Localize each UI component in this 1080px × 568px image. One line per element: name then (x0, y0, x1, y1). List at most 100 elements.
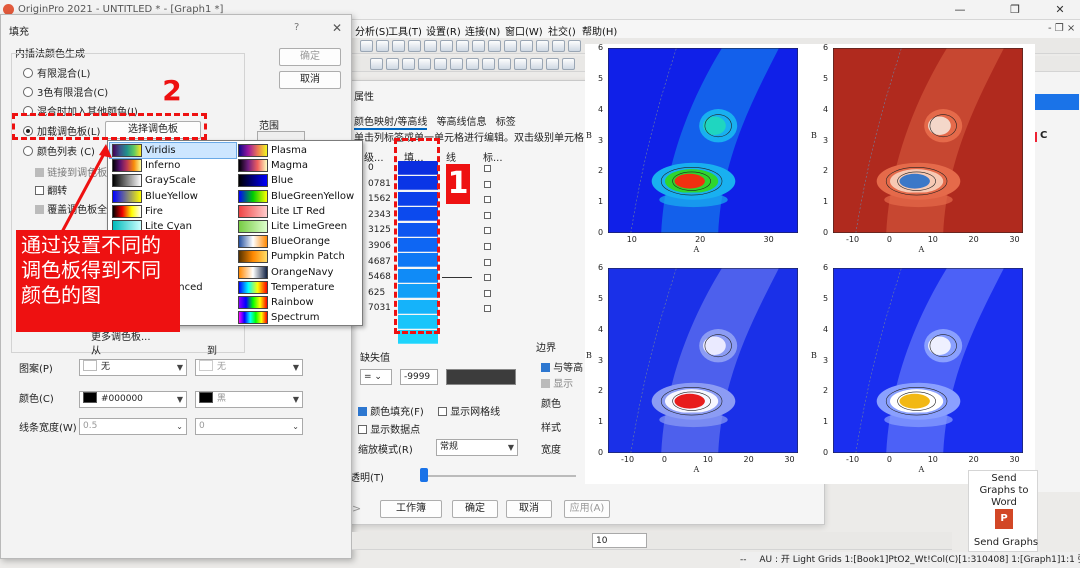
level-value[interactable]: 3125 (368, 225, 391, 235)
toolbar-icon[interactable] (456, 40, 469, 52)
menu-tools[interactable]: 工具(T) (388, 23, 422, 38)
toolbar-icon[interactable] (386, 58, 399, 70)
pattern-to-select[interactable]: 无 ▼ (195, 359, 303, 376)
label-checkbox[interactable] (484, 165, 491, 172)
toolbar-icon[interactable] (370, 58, 383, 70)
missing-color-swatch[interactable] (446, 369, 516, 385)
label-checkbox[interactable] (484, 305, 491, 313)
toolbar-icon[interactable] (440, 40, 453, 52)
minimize-button[interactable]: — (940, 2, 980, 18)
border-check-2[interactable]: 显示 (541, 375, 573, 390)
transparency-track[interactable] (426, 475, 576, 477)
menu-social[interactable]: 社交() (548, 23, 576, 38)
fill-dialog-close-icon[interactable]: ✕ (332, 21, 342, 35)
toolbar-icon[interactable] (450, 58, 463, 70)
label-checkbox[interactable] (484, 227, 491, 235)
border-width-label: 宽度 (541, 445, 561, 456)
toolbar-icon[interactable] (504, 40, 517, 52)
toolbar-icon[interactable] (488, 40, 501, 52)
border-check-1[interactable]: 与等高 (541, 359, 583, 374)
color-from-select[interactable]: #000000 ▼ (79, 391, 187, 408)
contour-plot-1[interactable] (608, 48, 798, 233)
tab-contour-info[interactable]: 等高线信息 (437, 117, 487, 128)
toolbar-icon[interactable] (434, 58, 447, 70)
header-level[interactable]: 级... (364, 149, 384, 164)
datapoint-check[interactable]: 显示数据点 (358, 421, 420, 436)
scale-mode-label: 缩放模式(R) (358, 445, 413, 456)
toolbar-icon[interactable] (376, 40, 389, 52)
label-checkbox[interactable] (484, 243, 491, 250)
toolbar-icon[interactable] (466, 58, 479, 70)
toolbar-icon[interactable] (568, 40, 581, 52)
label-checkbox[interactable] (484, 274, 491, 282)
cancel-button[interactable]: 取消 (506, 500, 552, 518)
level-value[interactable]: 625 (368, 288, 385, 298)
transparency-slider-handle[interactable] (420, 468, 428, 482)
zoom-select[interactable]: 10 (592, 533, 647, 548)
color-to-select[interactable]: 黑 ▼ (195, 391, 303, 408)
x-tick-label: 20 (968, 235, 979, 244)
level-value[interactable]: 5468 (368, 272, 391, 282)
toolbar-icon[interactable] (360, 40, 373, 52)
label-checkbox[interactable] (484, 211, 491, 219)
level-value[interactable]: 3906 (368, 241, 391, 251)
level-value[interactable]: 0 (368, 163, 374, 173)
expand-arrow-icon[interactable]: > (352, 502, 361, 515)
level-value[interactable]: 2343 (368, 210, 391, 220)
maximize-button[interactable]: ❐ (995, 2, 1035, 18)
toolbar-icon[interactable] (472, 40, 485, 52)
linewidth-from-select[interactable]: 0.5 ⌄ (79, 418, 187, 435)
label-checkbox[interactable] (484, 180, 491, 188)
send-word-label[interactable]: Send Graphs to Word (973, 473, 1035, 509)
toolbar-icon[interactable] (520, 40, 533, 52)
close-app-button[interactable]: ✕ (1040, 2, 1080, 18)
toolbar-icon[interactable] (402, 58, 415, 70)
label-checkbox[interactable] (484, 258, 491, 266)
y-tick-label: 2 (823, 166, 829, 176)
toolbar-icon[interactable] (530, 58, 543, 70)
header-label[interactable]: 标... (483, 149, 503, 164)
workbook-button[interactable]: 工作簿 (380, 500, 442, 518)
toolbar-icon[interactable] (552, 40, 565, 52)
menu-analysis[interactable]: 分析(S) (355, 23, 389, 38)
panel-selected-row[interactable] (1033, 94, 1079, 110)
menu-connect[interactable]: 连接(N) (465, 23, 500, 38)
toolbar-icon[interactable] (392, 40, 405, 52)
missing-op-select[interactable]: = ⌄ (360, 369, 392, 385)
child-window-controls[interactable]: - ❐ × (1048, 23, 1075, 34)
level-value[interactable]: 7031 (368, 303, 391, 313)
contour-plot-4[interactable] (833, 268, 1023, 453)
level-value[interactable]: 0781 (368, 179, 391, 189)
color-fill-check[interactable]: 颜色填充(F) (358, 403, 424, 418)
header-line[interactable]: 线 (446, 149, 456, 164)
gridline-check[interactable]: 显示网格线 (438, 403, 500, 418)
tab-labels[interactable]: 标签 (496, 117, 516, 128)
palette-item[interactable]: Spectrum (236, 310, 362, 325)
linewidth-to-select[interactable]: 0 ⌄ (195, 418, 303, 435)
label-checkbox[interactable] (484, 196, 491, 204)
level-value[interactable]: 4687 (368, 257, 391, 267)
pattern-from-select[interactable]: 无 ▼ (79, 359, 187, 376)
apply-button[interactable]: 应用(A) (564, 500, 610, 518)
toolbar-icon[interactable] (418, 58, 431, 70)
menu-window[interactable]: 窗口(W) (505, 23, 543, 38)
toolbar-icon[interactable] (408, 40, 421, 52)
toolbar-icon[interactable] (424, 40, 437, 52)
menu-help[interactable]: 帮助(H) (582, 23, 617, 38)
toolbar-icon[interactable] (546, 58, 559, 70)
level-value[interactable]: 1562 (368, 194, 391, 204)
toolbar-icon[interactable] (562, 58, 575, 70)
toolbar-icon[interactable] (498, 58, 511, 70)
send-graphs-label[interactable]: Send Graphs (973, 537, 1039, 548)
contour-plot-3[interactable] (608, 268, 798, 453)
missing-value-input[interactable]: -9999 (400, 369, 438, 385)
powerpoint-icon[interactable]: P (995, 509, 1013, 529)
menu-settings[interactable]: 设置(R) (426, 23, 461, 38)
toolbar-icon[interactable] (482, 58, 495, 70)
contour-plot-2[interactable] (833, 48, 1023, 233)
toolbar-icon[interactable] (536, 40, 549, 52)
label-checkbox[interactable] (484, 289, 491, 297)
scale-mode-select[interactable]: 常规 ▼ (436, 439, 518, 456)
toolbar-icon[interactable] (514, 58, 527, 70)
ok-button[interactable]: 确定 (452, 500, 498, 518)
